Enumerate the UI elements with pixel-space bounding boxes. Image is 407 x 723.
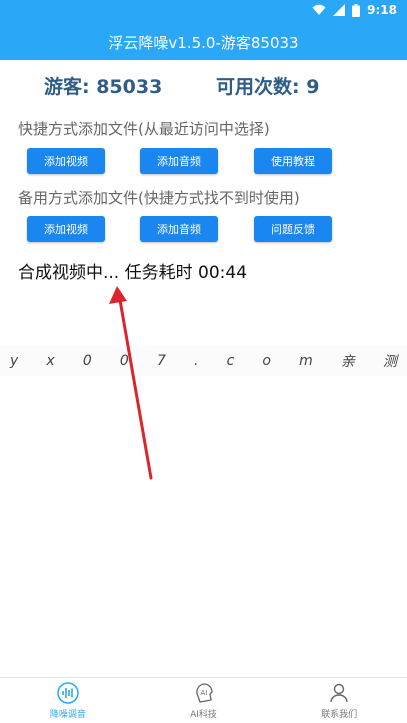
cellular-signal-icon (333, 4, 346, 16)
watermark-char: . (193, 353, 199, 369)
backup-add-audio-button[interactable]: 添加音频 (140, 216, 218, 242)
tutorial-button[interactable]: 使用教程 (254, 148, 332, 174)
watermark-char: 0 (82, 353, 92, 369)
nav-label: 联系我们 (321, 710, 358, 720)
nav-item-ai[interactable]: AI AI科技 (136, 678, 272, 723)
quick-add-section-label: 快捷方式添加文件(从最近访问中选择) (18, 120, 270, 138)
nav-label: AI科技 (190, 710, 217, 720)
watermark-char: y (10, 353, 19, 369)
waveform-icon (56, 681, 80, 705)
watermark-char: c (226, 353, 235, 369)
watermark-char: o (262, 353, 271, 369)
info-row: 游客: 85033 可用次数: 9 (0, 72, 407, 98)
progress-status-text: 合成视频中... 任务耗时 00:44 (18, 263, 248, 283)
watermark-char: 0 (119, 353, 129, 369)
watermark-char: 7 (156, 353, 166, 369)
bottom-nav: 降噪调音 AI AI科技 联系我们 (0, 677, 407, 723)
app-title: 浮云降噪v1.5.0-游客85033 (108, 33, 299, 52)
app-bar: 浮云降噪v1.5.0-游客85033 (0, 24, 407, 60)
feedback-button[interactable]: 问题反馈 (254, 216, 332, 242)
status-icons: 9:18 (312, 3, 397, 17)
watermark-char: m (299, 353, 313, 369)
nav-label: 降噪调音 (49, 710, 86, 720)
status-time: 9:18 (367, 3, 397, 17)
backup-add-video-button[interactable]: 添加视频 (27, 216, 105, 242)
person-icon (327, 681, 351, 705)
status-bar: 9:18 (0, 0, 407, 24)
quick-add-video-button[interactable]: 添加视频 (27, 148, 105, 174)
nav-item-contact[interactable]: 联系我们 (271, 678, 407, 723)
svg-text:AI: AI (200, 689, 207, 697)
watermark-char: 亲 (340, 354, 355, 370)
backup-add-section-label: 备用方式添加文件(快捷方式找不到时使用) (18, 189, 300, 207)
ai-icon: AI (192, 681, 216, 705)
battery-icon (352, 3, 361, 17)
watermark-strip: y x 0 0 7 . c o m 亲 测 (0, 346, 407, 376)
quick-add-audio-button[interactable]: 添加音频 (140, 148, 218, 174)
watermark-char: 测 (382, 354, 397, 370)
guest-id-label: 游客: 85033 (44, 76, 163, 98)
nav-item-denoise[interactable]: 降噪调音 (0, 678, 136, 723)
remaining-count-label: 可用次数: 9 (216, 76, 320, 98)
watermark-char: x (46, 353, 55, 369)
wifi-icon (312, 4, 326, 15)
